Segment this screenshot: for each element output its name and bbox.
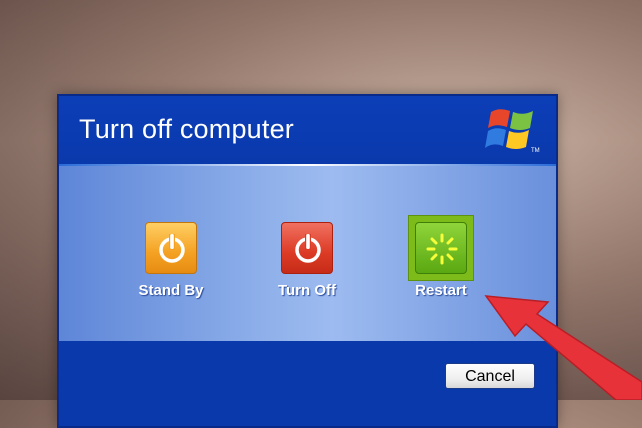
- pointer-arrow-icon: [484, 295, 642, 400]
